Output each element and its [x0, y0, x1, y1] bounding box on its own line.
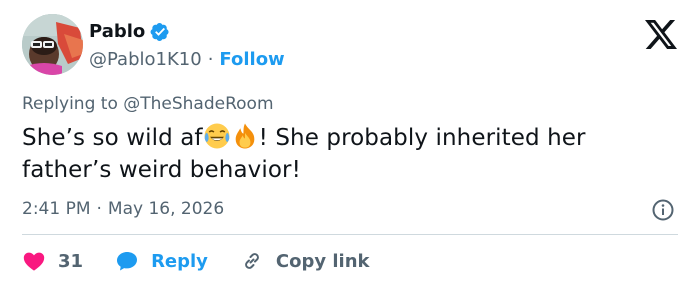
info-icon[interactable] — [651, 198, 675, 222]
avatar-image — [22, 14, 83, 75]
tweet-time: 2:41 PM — [22, 199, 91, 219]
copy-link-label: Copy link — [275, 250, 370, 272]
user-handle[interactable]: @Pablo1K10 — [89, 49, 202, 70]
divider — [22, 234, 678, 235]
x-logo-icon[interactable] — [645, 20, 677, 49]
reply-label: Reply — [151, 250, 208, 272]
timestamp[interactable]: 2:41 PM · May 16, 2026 — [22, 199, 224, 219]
timestamp-separator: · — [96, 199, 102, 219]
tweet-date: May 16, 2026 — [107, 199, 225, 219]
tweet-text: She’s so wild af! She probably inherited… — [22, 122, 672, 186]
name-row: Pablo — [89, 21, 170, 42]
like-count: 31 — [58, 250, 84, 272]
replying-prefix: Replying to — [22, 94, 118, 114]
avatar[interactable] — [22, 14, 83, 75]
link-icon — [245, 253, 259, 269]
follow-button[interactable]: Follow — [219, 49, 284, 70]
copy-link-button[interactable]: Copy link — [240, 249, 370, 273]
reply-mention-link[interactable]: @TheShadeRoom — [123, 94, 273, 114]
reply-button[interactable]: Reply — [115, 249, 208, 273]
verified-badge-icon — [150, 22, 169, 41]
reply-bubble-icon — [117, 252, 138, 271]
face-with-tears-of-joy-emoji — [204, 123, 230, 149]
like-button[interactable]: 31 — [22, 249, 83, 273]
display-name[interactable]: Pablo — [89, 21, 145, 42]
action-bar: 31 Reply Copy link — [22, 248, 402, 274]
handle-separator: · — [207, 49, 214, 70]
handle-row: @Pablo1K10 · Follow — [89, 49, 285, 70]
heart-icon — [23, 252, 45, 271]
tweet-text-part1: She’s so wild af — [22, 125, 203, 151]
fire-emoji — [235, 123, 254, 149]
replying-to: Replying to @TheShadeRoom — [22, 94, 274, 114]
